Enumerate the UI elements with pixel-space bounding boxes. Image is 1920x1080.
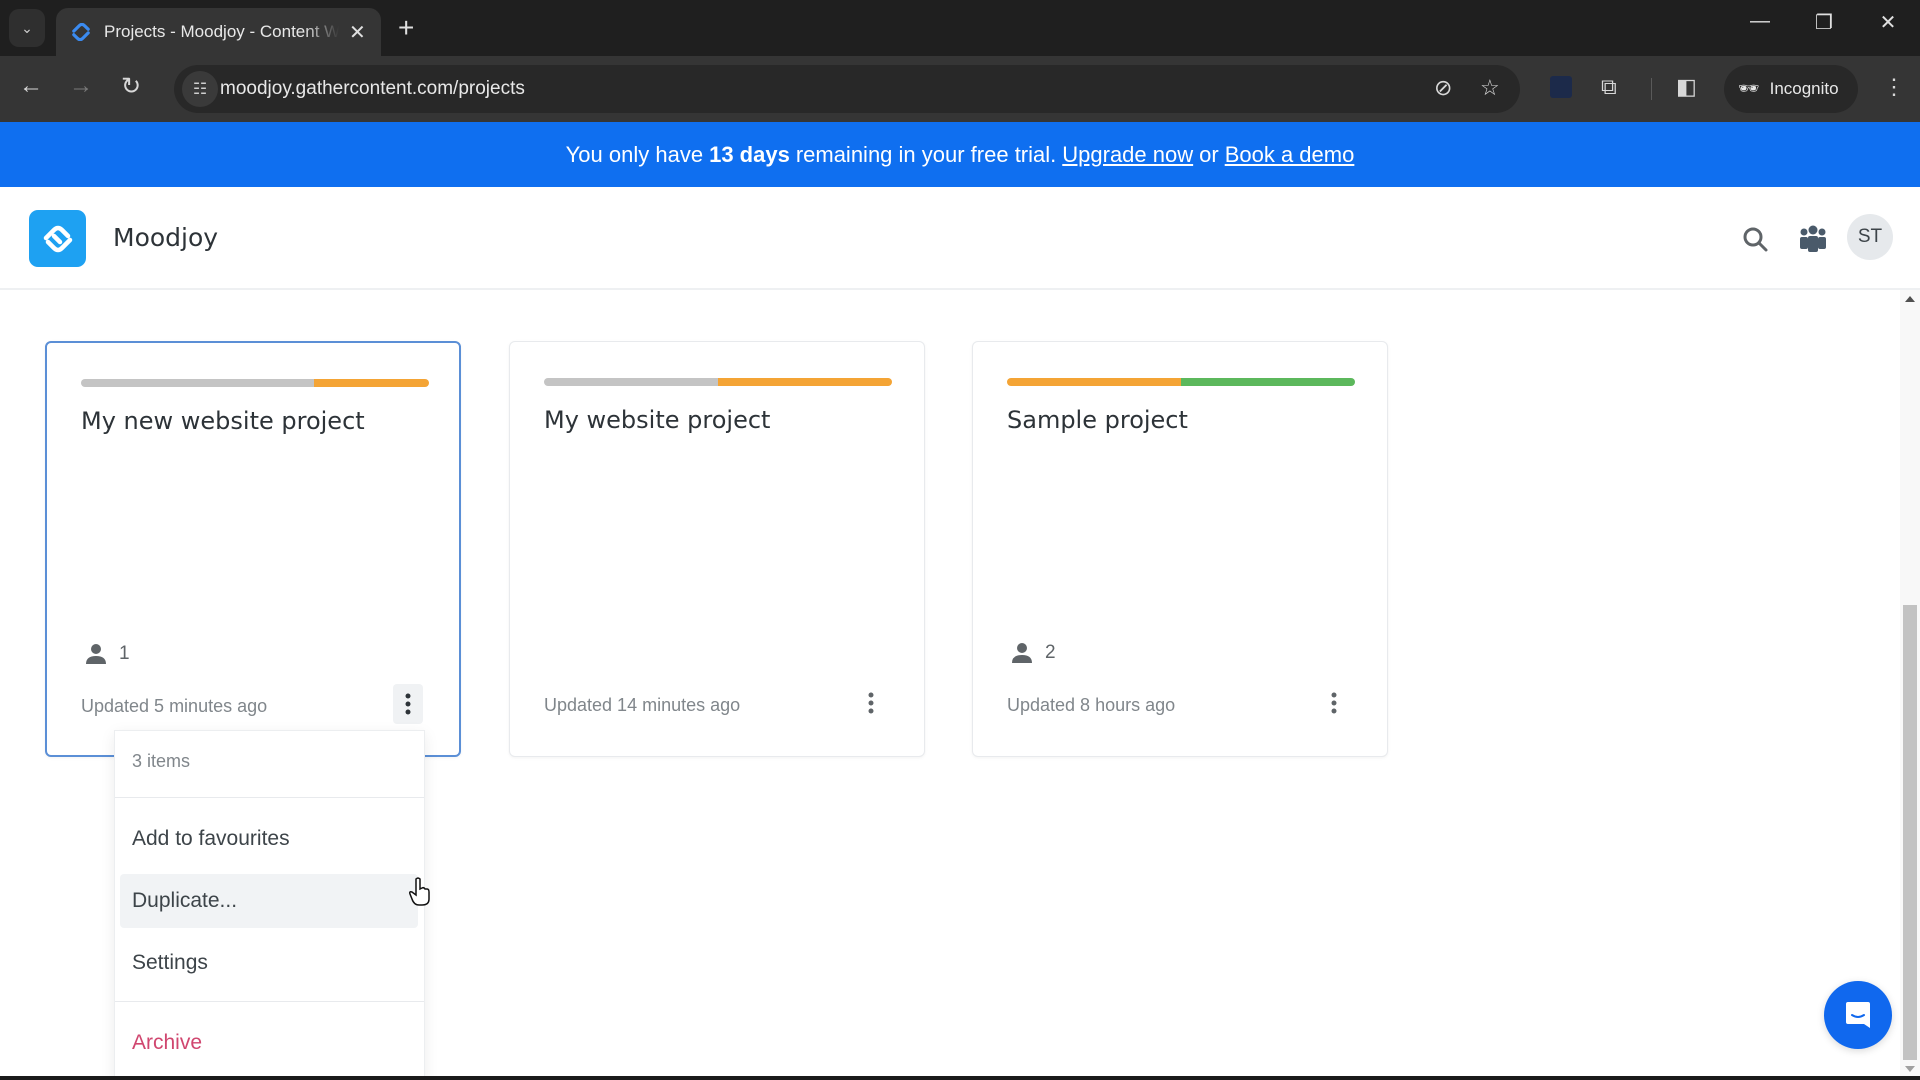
- project-options-button[interactable]: [856, 683, 886, 723]
- team-icon[interactable]: [1797, 225, 1829, 255]
- banner-middle: remaining in your free trial.: [795, 141, 1057, 167]
- hand-pointer-cursor-icon: [409, 877, 430, 906]
- extensions-puzzle-icon[interactable]: ⧉: [1601, 74, 1617, 100]
- scroll-down-arrow-icon[interactable]: [1905, 1066, 1915, 1072]
- upgrade-now-link[interactable]: Upgrade now: [1062, 142, 1193, 168]
- project-context-menu: 3 items Add to favourites Duplicate... S…: [114, 730, 425, 1080]
- incognito-icon: 🕶: [1738, 79, 1760, 98]
- scroll-up-arrow-icon[interactable]: [1905, 296, 1915, 302]
- reload-icon[interactable]: ↻: [114, 72, 148, 101]
- browser-tab[interactable]: Projects - Moodjoy - Content W ✕: [56, 8, 381, 56]
- progress-segment-orange: [1007, 378, 1181, 386]
- org-name[interactable]: Moodjoy: [113, 223, 218, 252]
- restore-icon[interactable]: ❐: [1804, 10, 1844, 35]
- minimize-icon[interactable]: —: [1740, 10, 1780, 33]
- duplicate-item[interactable]: Duplicate...: [120, 874, 418, 928]
- user-avatar[interactable]: ST: [1847, 214, 1893, 260]
- person-icon: [86, 644, 106, 664]
- browser-tab-bar: ⌄ Projects - Moodjoy - Content W ✕ + — ❐…: [0, 0, 1920, 56]
- days-remaining: 13 days: [709, 141, 790, 167]
- url-text[interactable]: moodjoy.gathercontent.com/projects: [220, 78, 525, 100]
- site-info-icon[interactable]: ☷: [182, 71, 218, 107]
- archive-item[interactable]: Archive: [120, 1016, 418, 1070]
- back-icon[interactable]: ←: [14, 72, 48, 100]
- page-scrollbar[interactable]: [1900, 290, 1920, 1080]
- taskbar-edge: [0, 1076, 1920, 1080]
- person-icon: [1012, 643, 1032, 663]
- more-vertical-icon: [1331, 692, 1337, 714]
- member-count: 2: [1011, 642, 1056, 664]
- incognito-indicator[interactable]: 🕶 Incognito: [1724, 65, 1858, 113]
- more-vertical-icon: [405, 693, 411, 715]
- side-panel-icon[interactable]: ◧: [1676, 74, 1697, 100]
- close-tab-icon[interactable]: ✕: [349, 20, 366, 45]
- progress-segment-orange: [718, 378, 892, 386]
- status-progress-bar: [1007, 378, 1355, 386]
- banner-prefix: You only have: [565, 141, 704, 167]
- progress-segment-green: [1181, 378, 1355, 386]
- updated-time: Updated 8 hours ago: [1007, 695, 1176, 715]
- member-count-value: 1: [119, 643, 130, 664]
- projects-grid: My new website project 1 Updated 5 minut…: [0, 290, 1900, 1080]
- chat-icon: [1846, 1002, 1870, 1028]
- browser-toolbar: ← → ↻ ☷ moodjoy.gathercontent.com/projec…: [0, 56, 1920, 122]
- project-card[interactable]: Sample project 2 Updated 8 hours ago: [972, 341, 1388, 757]
- member-count: 1: [85, 643, 130, 665]
- moodjoy-logo[interactable]: [29, 210, 86, 267]
- updated-time: Updated 14 minutes ago: [544, 695, 741, 715]
- scrollbar-thumb[interactable]: [1903, 605, 1917, 1060]
- project-options-button[interactable]: [393, 684, 423, 724]
- app-header: Moodjoy ST: [0, 187, 1920, 290]
- progress-segment-gray: [81, 379, 315, 387]
- trial-banner: You only have 13 days remaining in your …: [0, 122, 1920, 187]
- add-to-favourites-item[interactable]: Add to favourites: [120, 812, 418, 866]
- window-close-icon[interactable]: ✕: [1868, 10, 1908, 35]
- project-options-button[interactable]: [1319, 683, 1349, 723]
- forward-icon[interactable]: →: [64, 72, 98, 100]
- more-vertical-icon: [868, 692, 874, 714]
- item-count: 3 items: [132, 751, 191, 771]
- banner-or: or: [1199, 141, 1219, 167]
- progress-segment-orange: [314, 379, 429, 387]
- project-title[interactable]: My website project: [544, 406, 770, 434]
- chevron-down-icon: ⌄: [21, 19, 33, 36]
- status-progress-bar: [81, 379, 429, 387]
- status-progress-bar: [544, 378, 892, 386]
- address-bar[interactable]: ☷ moodjoy.gathercontent.com/projects ⊘ ☆: [174, 65, 1520, 113]
- settings-item[interactable]: Settings: [120, 936, 418, 990]
- heart-logo-icon: [43, 225, 72, 252]
- menu-divider: [115, 797, 424, 798]
- new-tab-button[interactable]: +: [398, 12, 414, 44]
- browser-menu-icon[interactable]: ⋮: [1883, 74, 1905, 100]
- chat-launcher-button[interactable]: [1824, 981, 1892, 1049]
- project-card[interactable]: My website project Updated 14 minutes ag…: [509, 341, 925, 757]
- eye-off-icon[interactable]: ⊘: [1434, 75, 1452, 101]
- member-count-value: 2: [1045, 642, 1056, 663]
- star-icon[interactable]: ☆: [1480, 75, 1500, 101]
- moodjoy-favicon-icon: [72, 23, 90, 41]
- updated-time: Updated 5 minutes ago: [81, 696, 268, 716]
- progress-segment-gray: [544, 378, 718, 386]
- search-icon[interactable]: [1741, 225, 1771, 255]
- extension-icon[interactable]: [1550, 76, 1572, 98]
- toolbar-divider: [1651, 78, 1652, 100]
- tab-search-button[interactable]: ⌄: [9, 9, 45, 47]
- incognito-label: Incognito: [1769, 79, 1839, 98]
- project-title[interactable]: Sample project: [1007, 406, 1188, 434]
- project-title[interactable]: My new website project: [81, 407, 365, 435]
- book-demo-link[interactable]: Book a demo: [1225, 142, 1355, 168]
- project-card[interactable]: My new website project 1 Updated 5 minut…: [45, 341, 461, 757]
- menu-divider: [115, 1001, 424, 1002]
- tab-title: Projects - Moodjoy - Content W: [104, 22, 339, 41]
